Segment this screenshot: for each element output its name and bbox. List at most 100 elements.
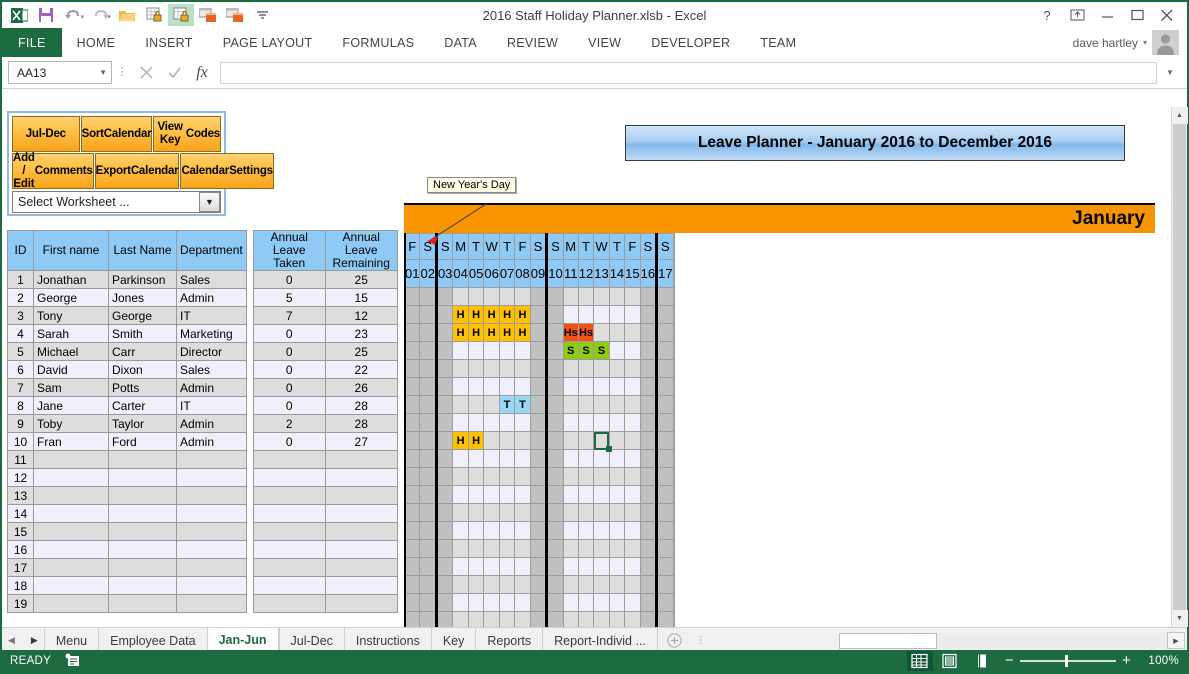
record-macro-icon[interactable] bbox=[65, 653, 80, 670]
zoom-out-icon[interactable]: − bbox=[1005, 655, 1014, 667]
calendar-cell[interactable] bbox=[405, 396, 420, 414]
cell-leave-remaining[interactable] bbox=[325, 487, 397, 505]
calendar-cell[interactable] bbox=[657, 522, 673, 540]
selected-cell[interactable] bbox=[594, 432, 609, 450]
cell-department[interactable] bbox=[177, 559, 247, 577]
table-row[interactable]: 7SamPottsAdmin026 bbox=[8, 379, 398, 397]
calendar-cell[interactable] bbox=[673, 450, 674, 468]
cell-leave-taken[interactable]: 0 bbox=[253, 433, 325, 451]
calendar-cell[interactable] bbox=[436, 576, 452, 594]
calendar-cell[interactable] bbox=[547, 360, 563, 378]
cell-id[interactable]: 18 bbox=[8, 577, 34, 595]
calendar-cell[interactable] bbox=[484, 540, 499, 558]
calendar-cell[interactable] bbox=[420, 288, 436, 306]
calendar-cell[interactable] bbox=[405, 450, 420, 468]
cell-department[interactable] bbox=[177, 577, 247, 595]
hscroll-track[interactable] bbox=[937, 633, 1167, 649]
calendar-cell[interactable] bbox=[657, 432, 673, 450]
calendar-cell[interactable] bbox=[436, 288, 452, 306]
calendar-daynum-cell[interactable]: 17 bbox=[657, 260, 673, 288]
calendar-cell[interactable] bbox=[547, 288, 563, 306]
undo-caret-icon[interactable]: ▾ bbox=[80, 13, 84, 21]
user-account[interactable]: dave hartley ▾ bbox=[1073, 28, 1187, 57]
restore-icon[interactable] bbox=[1123, 3, 1151, 27]
calendar-cell[interactable] bbox=[453, 522, 468, 540]
calendar-cell[interactable] bbox=[436, 414, 452, 432]
calendar-cell[interactable] bbox=[499, 612, 514, 628]
calendar-cell[interactable] bbox=[640, 432, 656, 450]
calendar-daynum-cell[interactable]: 12 bbox=[578, 260, 593, 288]
calendar-cell[interactable] bbox=[625, 576, 640, 594]
calendar-cell[interactable] bbox=[515, 540, 530, 558]
calendar-daynum-cell[interactable]: 10 bbox=[547, 260, 563, 288]
calendar-cell[interactable] bbox=[530, 594, 546, 612]
cell-last-name[interactable] bbox=[109, 595, 177, 613]
calendar-cell[interactable] bbox=[530, 486, 546, 504]
calendar-cell[interactable] bbox=[468, 558, 483, 576]
calendar-cell[interactable] bbox=[673, 486, 674, 504]
jul-dec-button[interactable]: Jul-Dec bbox=[12, 116, 80, 152]
calendar-cell[interactable] bbox=[547, 576, 563, 594]
calendar-cell[interactable] bbox=[436, 306, 452, 324]
calendar-cell[interactable] bbox=[578, 468, 593, 486]
calendar-cell[interactable] bbox=[515, 522, 530, 540]
calendar-cell[interactable] bbox=[609, 558, 624, 576]
calendar-cell[interactable] bbox=[453, 558, 468, 576]
calendar-daynum-cell[interactable]: 14 bbox=[609, 260, 624, 288]
cell-leave-taken[interactable]: 0 bbox=[253, 397, 325, 415]
table-row[interactable]: 1JonathanParkinsonSales025 bbox=[8, 271, 398, 289]
calendar-cell[interactable] bbox=[578, 432, 593, 450]
calendar-cell[interactable] bbox=[530, 396, 546, 414]
calendar-dow-cell[interactable]: T bbox=[609, 234, 624, 260]
table-row[interactable]: 5MichaelCarrDirector025 bbox=[8, 343, 398, 361]
cell-id[interactable]: 15 bbox=[8, 523, 34, 541]
calendar-cell[interactable] bbox=[625, 504, 640, 522]
calendar-cell[interactable] bbox=[673, 396, 674, 414]
cell-id[interactable]: 14 bbox=[8, 505, 34, 523]
calendar-cell[interactable] bbox=[594, 594, 609, 612]
calendar-daynum-cell[interactable]: 15 bbox=[625, 260, 640, 288]
scroll-down-icon[interactable]: ▼ bbox=[1172, 610, 1188, 627]
cell-leave-remaining[interactable] bbox=[325, 541, 397, 559]
calendar-cell[interactable] bbox=[609, 396, 624, 414]
calendar-cell[interactable] bbox=[530, 522, 546, 540]
calendar-entry-h[interactable]: H bbox=[468, 306, 483, 324]
calendar-cell[interactable] bbox=[499, 414, 514, 432]
calendar-cell[interactable] bbox=[673, 288, 674, 306]
tab-data[interactable]: DATA bbox=[429, 28, 492, 57]
calendar-cell[interactable] bbox=[640, 306, 656, 324]
calendar-cell[interactable] bbox=[420, 306, 436, 324]
calendar-cell[interactable] bbox=[530, 468, 546, 486]
cell-department[interactable]: Admin bbox=[177, 433, 247, 451]
calendar-cell[interactable] bbox=[609, 504, 624, 522]
cell-department[interactable]: Sales bbox=[177, 271, 247, 289]
calendar-cell[interactable] bbox=[673, 540, 674, 558]
calendar-dow-cell[interactable]: S bbox=[657, 234, 673, 260]
calendar-cell[interactable] bbox=[673, 342, 674, 360]
cell-leave-taken[interactable] bbox=[253, 541, 325, 559]
calendar-cell[interactable] bbox=[640, 342, 656, 360]
calendar-cell[interactable] bbox=[640, 612, 656, 628]
calendar-cell[interactable] bbox=[484, 486, 499, 504]
calendar-cell[interactable] bbox=[563, 414, 578, 432]
cell-last-name[interactable]: George bbox=[109, 307, 177, 325]
calendar-cell[interactable] bbox=[453, 576, 468, 594]
cell-first-name[interactable] bbox=[34, 451, 109, 469]
calendar-cell[interactable] bbox=[453, 504, 468, 522]
calendar-cell[interactable] bbox=[436, 324, 452, 342]
cell-id[interactable]: 5 bbox=[8, 343, 34, 361]
calendar-cell[interactable] bbox=[530, 504, 546, 522]
cell-leave-taken[interactable]: 0 bbox=[253, 379, 325, 397]
calendar-cell[interactable] bbox=[436, 360, 452, 378]
table-row[interactable]: 15 bbox=[8, 523, 398, 541]
cell-id[interactable]: 16 bbox=[8, 541, 34, 559]
calendar-cell[interactable] bbox=[405, 378, 420, 396]
calendar-cell[interactable] bbox=[625, 342, 640, 360]
calendar-cell[interactable] bbox=[563, 288, 578, 306]
calendar-cell[interactable] bbox=[436, 450, 452, 468]
cell-last-name[interactable]: Smith bbox=[109, 325, 177, 343]
calendar-cell[interactable] bbox=[436, 486, 452, 504]
calendar-cell[interactable] bbox=[673, 594, 674, 612]
cell-id[interactable]: 12 bbox=[8, 469, 34, 487]
calendar-cell[interactable] bbox=[420, 432, 436, 450]
